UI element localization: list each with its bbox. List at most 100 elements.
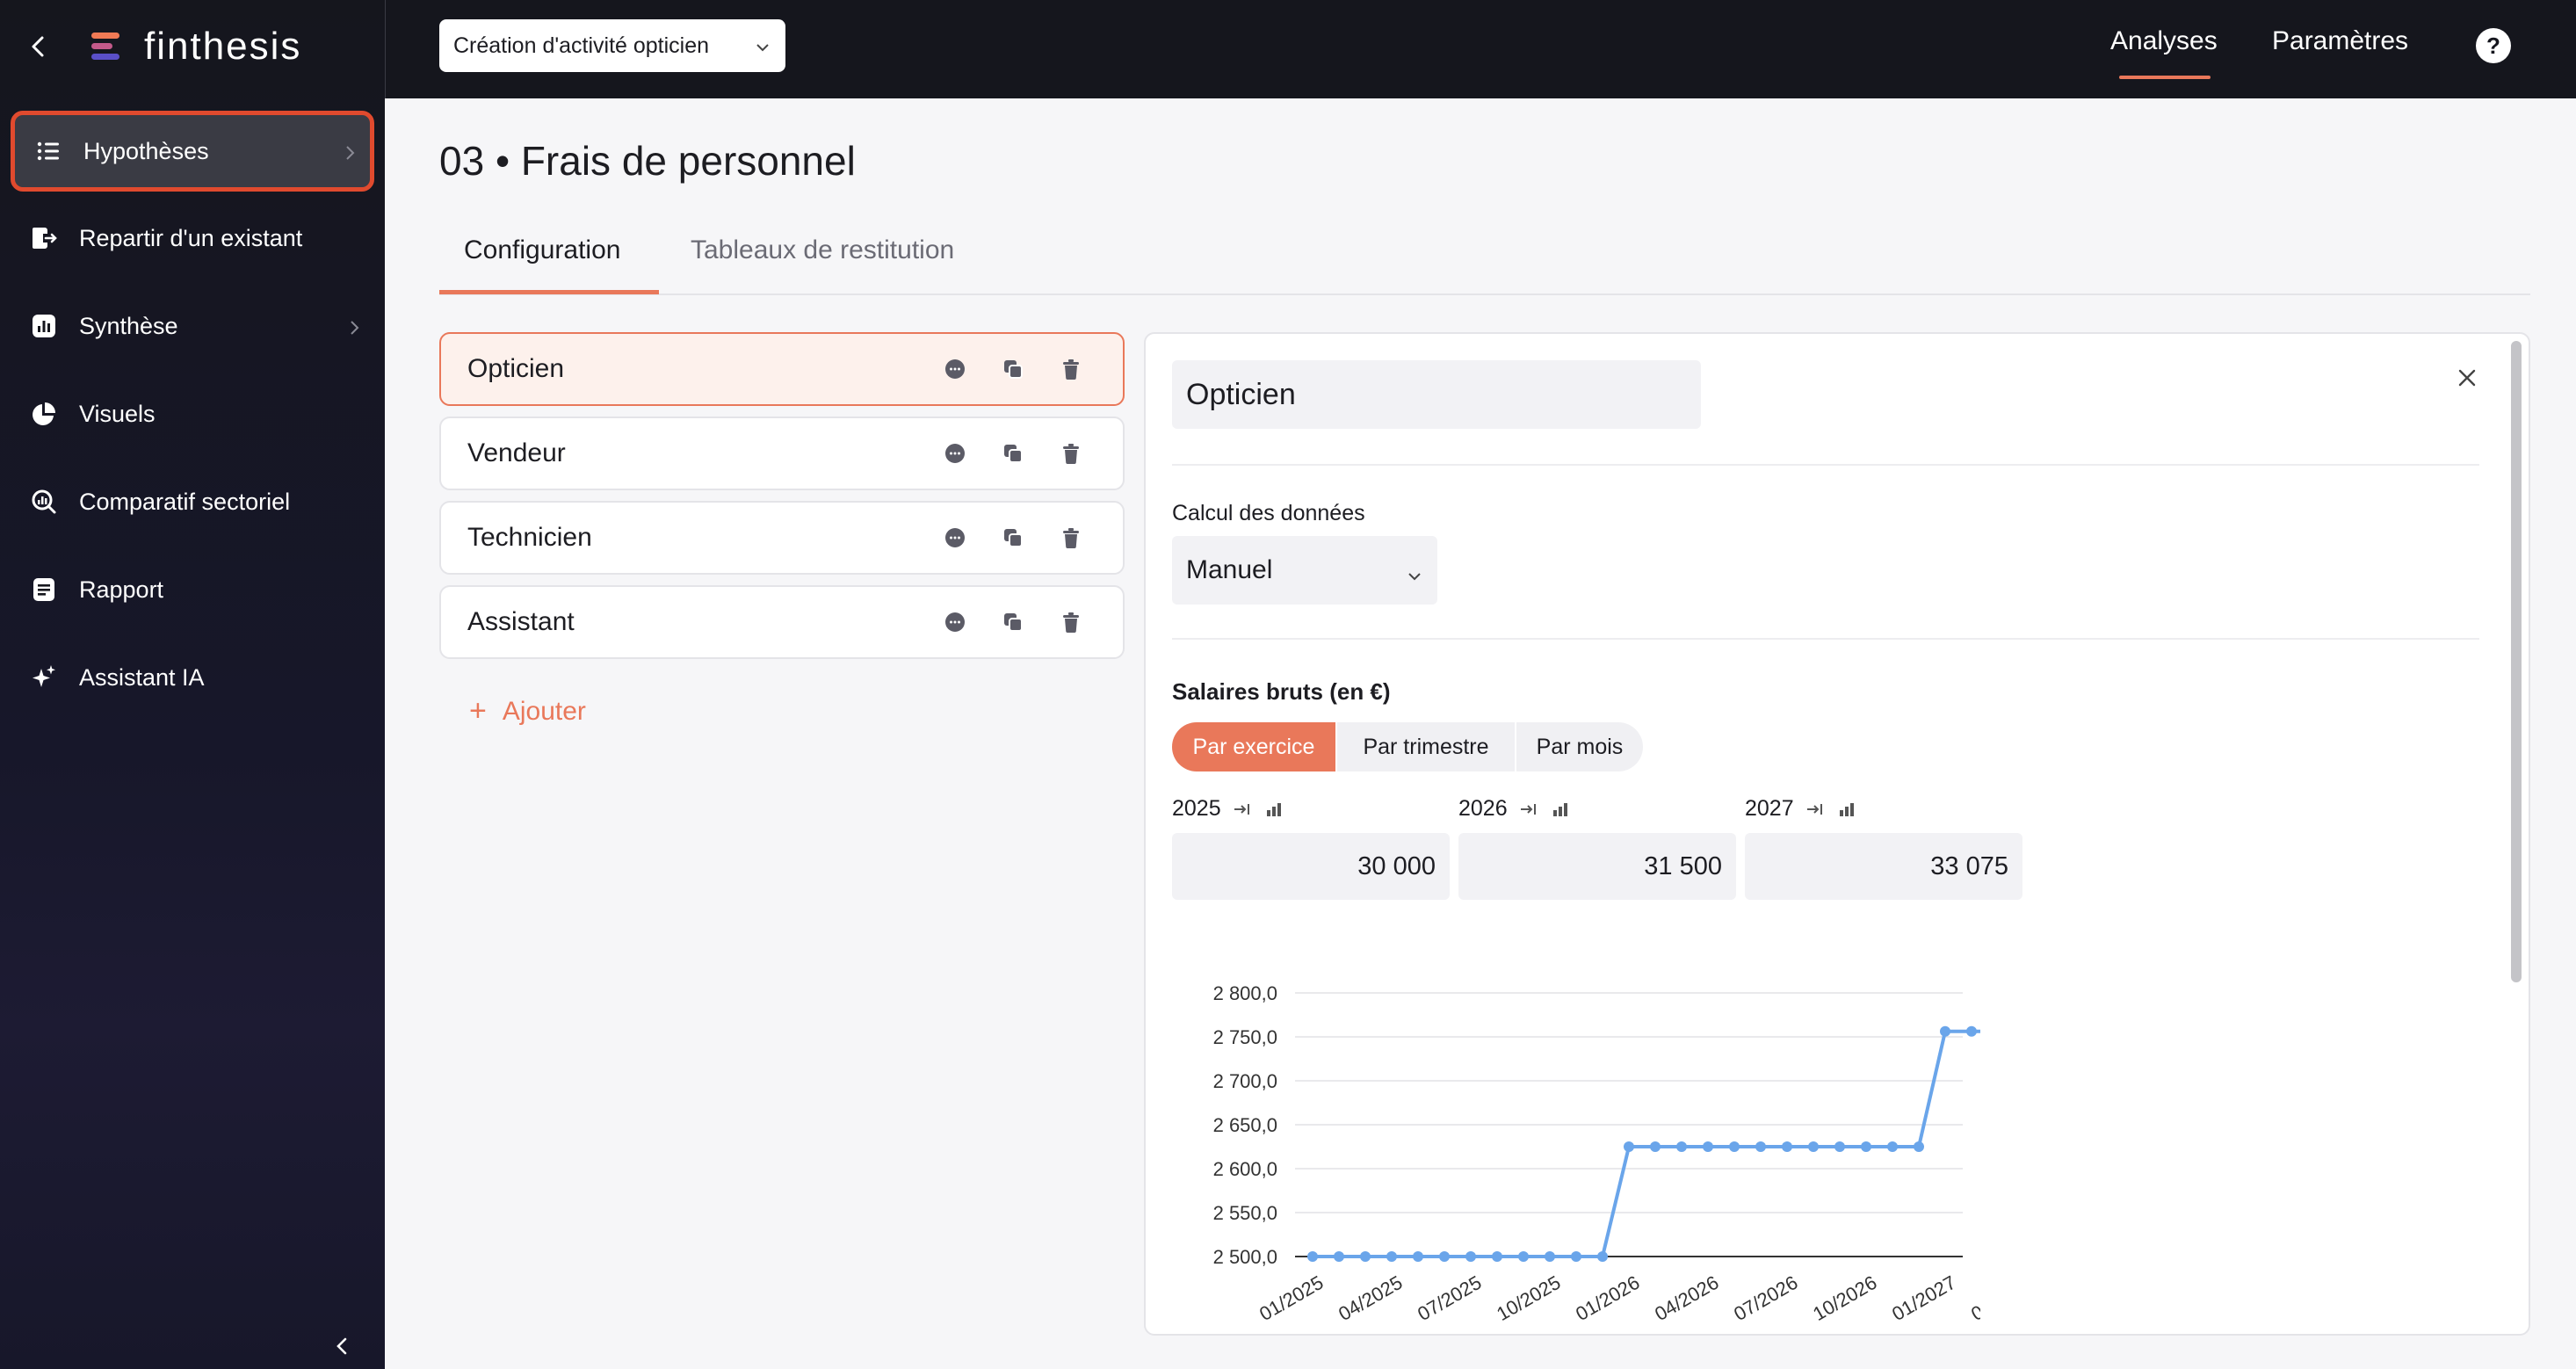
sidebar-item-label: Rapport <box>79 576 164 603</box>
data-point <box>1729 1141 1740 1152</box>
data-point <box>1360 1251 1371 1262</box>
data-point <box>1914 1141 1924 1152</box>
chart-bars-icon[interactable] <box>1263 799 1284 820</box>
trash-icon[interactable] <box>1058 440 1084 467</box>
active-tab-indicator <box>439 290 659 294</box>
chart-bars-icon[interactable] <box>1550 799 1571 820</box>
x-tick-label: 04/2026 <box>1651 1271 1722 1325</box>
data-point <box>1465 1251 1476 1262</box>
year-header: 2025 <box>1172 796 1284 822</box>
segment-par-trimestre[interactable]: Par trimestre <box>1337 722 1515 771</box>
x-tick-label: 04/2025 <box>1335 1271 1406 1325</box>
divider <box>385 0 386 98</box>
data-point <box>1782 1141 1792 1152</box>
x-tick-label: 01/2027 <box>1888 1271 1959 1325</box>
salary-line-chart: 2 500,0 2 550,0 2 600,0 2 650,0 2 700,0 2 750… <box>1213 982 1980 1325</box>
sidebar-item-label: Repartir d'un existant <box>79 224 303 251</box>
y-tick-label: 2 800,0 <box>1213 982 1277 1004</box>
comment-icon[interactable] <box>942 609 968 635</box>
help-icon[interactable]: ? <box>2476 28 2511 63</box>
finthesis-logo-icon <box>88 29 123 64</box>
sidebar-item-label: Hypothèses <box>83 137 209 164</box>
data-point <box>1492 1251 1502 1262</box>
close-icon[interactable] <box>2455 366 2479 390</box>
trash-icon[interactable] <box>1058 356 1084 382</box>
page-title: 03 • Frais de personnel <box>439 138 856 184</box>
data-point <box>1650 1141 1661 1152</box>
calc-label: Calcul des données <box>1172 501 1365 525</box>
sidebar-item-label: Visuels <box>79 400 156 427</box>
segment-par-exercice[interactable]: Par exercice <box>1172 722 1335 771</box>
comment-icon[interactable] <box>942 525 968 551</box>
chevron-right-icon <box>344 316 364 336</box>
tab-configuration[interactable]: Configuration <box>464 235 620 265</box>
salary-input-2026[interactable]: 31 500 <box>1458 833 1736 900</box>
report-icon <box>28 574 60 605</box>
back-arrow-icon[interactable] <box>26 34 51 59</box>
data-point <box>1334 1251 1344 1262</box>
sidebar-item-assistant-ia[interactable]: Assistant IA <box>11 637 374 718</box>
project-select[interactable]: Création d'activité opticien <box>439 19 785 72</box>
collapse-sidebar-icon[interactable] <box>332 1336 353 1357</box>
propagate-icon[interactable] <box>1232 799 1253 820</box>
nav-parametres[interactable]: Paramètres <box>2272 26 2408 56</box>
y-tick-label: 2 500,0 <box>1213 1246 1277 1268</box>
salary-input-2027[interactable]: 33 075 <box>1745 833 2022 900</box>
list-icon <box>33 135 64 167</box>
employee-card-technicien[interactable]: Technicien <box>439 501 1125 575</box>
active-nav-indicator <box>2119 76 2211 79</box>
y-tick-label: 2 600,0 <box>1213 1158 1277 1180</box>
employee-card-assistant[interactable]: Assistant <box>439 585 1125 659</box>
segment-par-mois[interactable]: Par mois <box>1516 722 1643 771</box>
sidebar-item-synthese[interactable]: Synthèse <box>11 286 374 366</box>
scrollbar[interactable] <box>2511 341 2522 982</box>
y-tick-label: 2 750,0 <box>1213 1026 1277 1048</box>
sidebar-item-comparatif[interactable]: Comparatif sectoriel <box>11 461 374 542</box>
pie-chart-icon <box>28 398 60 430</box>
add-employee-button[interactable]: + Ajouter <box>469 694 586 728</box>
year-header: 2027 <box>1745 796 1857 822</box>
tab-tableaux-restitution[interactable]: Tableaux de restitution <box>691 235 954 265</box>
duplicate-icon[interactable] <box>1000 356 1026 382</box>
sidebar-item-hypotheses[interactable]: Hypothèses <box>11 111 374 192</box>
data-point <box>1413 1251 1423 1262</box>
duplicate-icon[interactable] <box>1000 525 1026 551</box>
calc-mode-select[interactable]: Manuel <box>1172 536 1437 605</box>
sidebar-item-label: Assistant IA <box>79 663 205 691</box>
data-point <box>1307 1251 1318 1262</box>
duplicate-icon[interactable] <box>1000 440 1026 467</box>
trash-icon[interactable] <box>1058 525 1084 551</box>
salary-input-2025[interactable]: 30 000 <box>1172 833 1450 900</box>
y-tick-label: 2 650,0 <box>1213 1114 1277 1136</box>
chart-bars-icon[interactable] <box>1836 799 1857 820</box>
series-line <box>1313 1029 1980 1258</box>
data-point <box>1545 1251 1555 1262</box>
year-header: 2026 <box>1458 796 1571 822</box>
employee-name-input[interactable]: Opticien <box>1172 360 1701 429</box>
sidebar-item-repartir[interactable]: Repartir d'un existant <box>11 198 374 279</box>
employee-card-opticien[interactable]: Opticien <box>439 332 1125 406</box>
top-bar: Création d'activité opticien Analyses Pa… <box>385 0 2576 98</box>
data-point <box>1808 1141 1819 1152</box>
propagate-icon[interactable] <box>1805 799 1826 820</box>
propagate-icon[interactable] <box>1518 799 1539 820</box>
data-point <box>1755 1141 1766 1152</box>
comment-icon[interactable] <box>942 356 968 382</box>
sidebar-item-rapport[interactable]: Rapport <box>11 549 374 630</box>
comment-icon[interactable] <box>942 440 968 467</box>
x-tick-label: 04/2027 <box>1967 1271 1980 1325</box>
add-label: Ajouter <box>502 696 586 726</box>
duplicate-icon[interactable] <box>1000 609 1026 635</box>
data-point <box>1834 1141 1845 1152</box>
sidebar-item-visuels[interactable]: Visuels <box>11 373 374 454</box>
x-tick-label: 07/2025 <box>1414 1271 1485 1325</box>
data-point <box>1518 1251 1529 1262</box>
employee-card-vendeur[interactable]: Vendeur <box>439 416 1125 490</box>
data-point <box>1386 1251 1397 1262</box>
nav-analyses[interactable]: Analyses <box>2110 26 2218 56</box>
data-point <box>1887 1141 1898 1152</box>
chevron-right-icon <box>340 141 359 161</box>
trash-icon[interactable] <box>1058 609 1084 635</box>
data-point <box>1703 1141 1713 1152</box>
sidebar-item-label: Synthèse <box>79 312 178 339</box>
